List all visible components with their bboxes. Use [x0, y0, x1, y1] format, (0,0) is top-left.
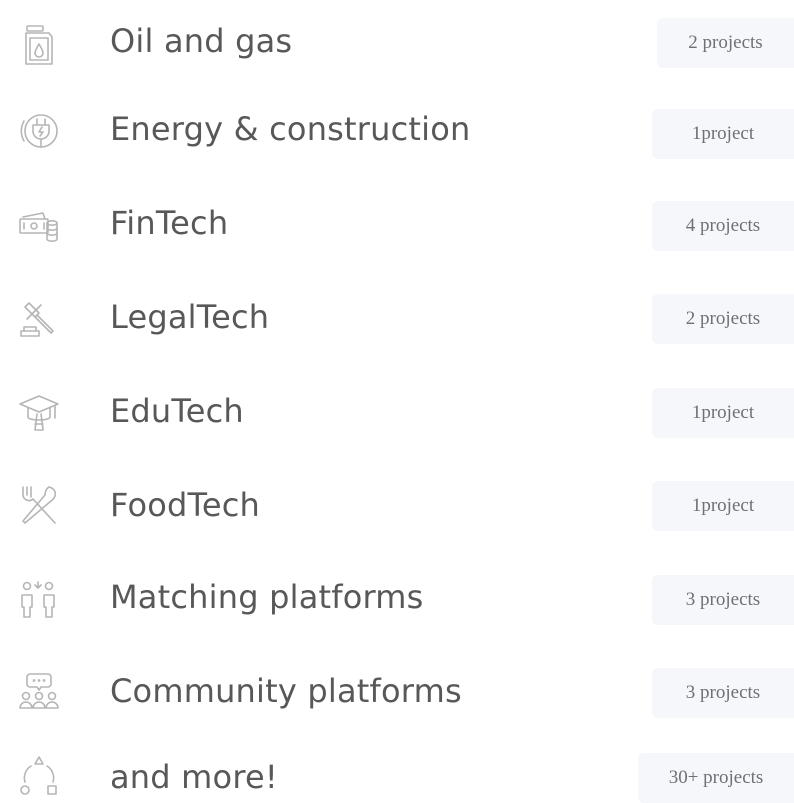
gavel-icon [14, 294, 64, 344]
graduation-cap-icon [14, 387, 64, 437]
project-count-badge: 30+ projects [638, 753, 794, 803]
shapes-icon [14, 751, 64, 801]
industry-item-edutech: EduTech 1project [0, 376, 794, 470]
industry-label: FinTech [110, 204, 229, 242]
industry-label: and more! [110, 758, 278, 796]
industry-label: Community platforms [110, 672, 462, 710]
project-count-badge: 1project [652, 109, 794, 159]
project-count-badge: 1project [652, 388, 794, 438]
industry-item-fintech: FinTech 4 projects [0, 188, 794, 282]
project-count-badge: 2 projects [657, 18, 794, 68]
industry-item-community-platforms: Community platforms 3 projects [0, 658, 794, 752]
plug-icon [14, 106, 64, 156]
project-count-badge: 4 projects [652, 201, 794, 251]
industry-item-and-more: and more! 30+ projects [0, 745, 794, 803]
project-count-badge: 3 projects [652, 668, 794, 718]
money-icon [14, 198, 64, 248]
utensils-icon [14, 480, 64, 530]
industry-item-legaltech: LegalTech 2 projects [0, 282, 794, 376]
project-count-badge: 3 projects [652, 575, 794, 625]
industry-label: Matching platforms [110, 578, 424, 616]
industry-label: FoodTech [110, 486, 261, 524]
industry-label: LegalTech [110, 298, 270, 336]
project-count-badge: 2 projects [652, 294, 794, 344]
industry-label: EduTech [110, 392, 244, 430]
industry-label: Energy & construction [110, 110, 471, 148]
community-icon [14, 667, 64, 717]
industry-item-matching-platforms: Matching platforms 3 projects [0, 564, 794, 658]
industry-label: Oil and gas [110, 22, 293, 60]
industry-item-energy-construction: Energy & construction 1project [0, 94, 794, 188]
project-count-badge: 1project [652, 481, 794, 531]
people-matching-icon [14, 574, 64, 624]
industry-item-foodtech: FoodTech 1project [0, 470, 794, 564]
industry-item-oil-and-gas: Oil and gas 2 projects [0, 0, 794, 94]
oil-can-icon [14, 20, 64, 70]
industry-list: Oil and gas 2 projects Energy & construc… [0, 0, 794, 803]
